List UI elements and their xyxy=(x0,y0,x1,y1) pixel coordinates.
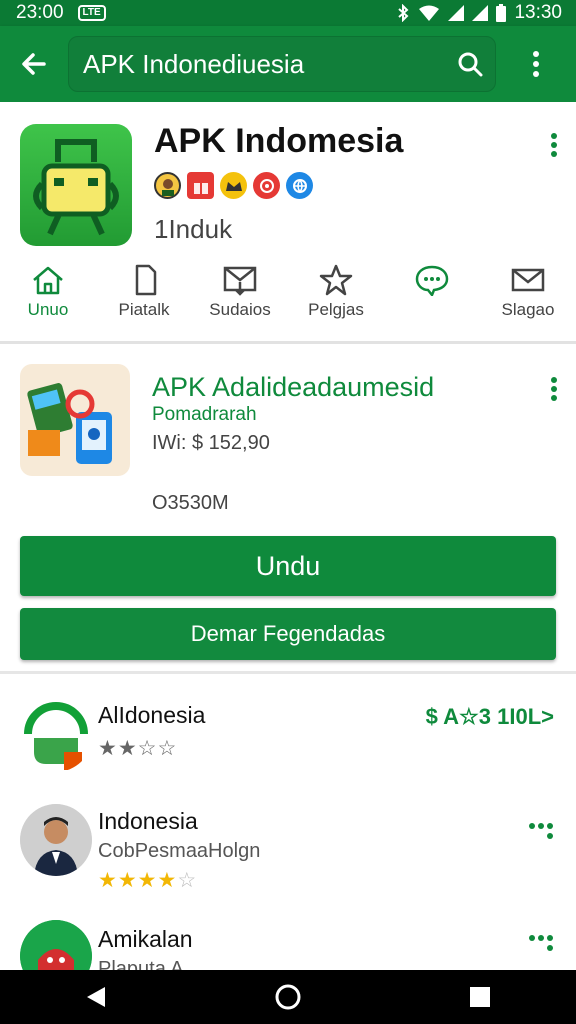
overflow-menu-button[interactable] xyxy=(496,50,576,78)
more-dots-icon xyxy=(529,935,553,951)
status-time: 23:00 xyxy=(16,2,64,23)
navigation-bar xyxy=(0,970,576,1024)
tab-label: Pelgjas xyxy=(308,300,364,319)
tab-label: Unuo xyxy=(27,300,69,319)
featured-app-price: IWi: $ 152,90 xyxy=(152,432,270,454)
tab-label: Slagao xyxy=(501,300,555,319)
list-item-price[interactable]: $ A☆3 1I0L> xyxy=(426,704,554,730)
tab-favorites[interactable]: Pelgjas xyxy=(288,264,384,338)
square-recents-icon xyxy=(470,987,490,1007)
battery-icon xyxy=(496,4,507,22)
app-more-button[interactable] xyxy=(550,132,558,163)
target-badge-icon xyxy=(253,172,280,199)
app-bar xyxy=(0,26,576,102)
list-item[interactable]: AlIdonesia ★★☆☆ $ A☆3 1I0L> xyxy=(0,676,576,786)
list-item-subtitle: Plaputa A xyxy=(98,958,184,970)
person-avatar-icon xyxy=(20,804,92,876)
search-button[interactable] xyxy=(445,51,495,77)
circle-home-icon xyxy=(275,984,301,1010)
secondary-action-button[interactable]: Demar Fegendadas xyxy=(20,608,556,660)
rating-stars: ★★★★☆ xyxy=(98,869,198,892)
featured-app-card: APK Adalideadaumesid Pomadrarah IWi: $ 1… xyxy=(0,344,576,674)
search-icon xyxy=(458,52,483,77)
wifi-icon xyxy=(419,5,440,21)
list-item[interactable]: Indonesia CobPesmaaHolgn ★★★★☆ xyxy=(0,786,576,896)
tab-row: Unuo Piatalk Sudaios Pelgjas Slagao xyxy=(0,264,576,338)
more-vert-icon xyxy=(551,133,557,157)
featured-app-size: O3530M xyxy=(152,492,229,514)
featured-app-icon xyxy=(27,383,112,464)
chat-icon xyxy=(415,265,449,296)
rating-stars: ★★☆☆ xyxy=(98,737,178,760)
tab-phone[interactable]: Piatalk xyxy=(96,264,192,338)
avatar xyxy=(154,172,181,199)
status-clock: 13:30 xyxy=(514,2,562,23)
list-item-title: Indonesia xyxy=(98,808,198,834)
gift-badge-icon xyxy=(187,172,214,199)
phone-icon xyxy=(135,264,157,296)
character-app-icon xyxy=(20,920,92,970)
list-item-menu-button[interactable] xyxy=(528,934,554,959)
list-item[interactable]: Amikalan Plaputa A xyxy=(0,898,576,970)
list-item-menu-button[interactable] xyxy=(528,822,554,847)
featured-more-button[interactable] xyxy=(550,376,558,407)
featured-app-title[interactable]: APK Adalideadaumesid xyxy=(152,372,434,403)
tab-messages[interactable]: Slagao xyxy=(480,264,576,338)
envelope-icon xyxy=(511,268,545,292)
more-vert-icon xyxy=(551,377,557,401)
crown-badge-icon xyxy=(220,172,247,199)
app-title: APK Indomesia xyxy=(154,122,404,160)
featured-app-image[interactable] xyxy=(20,364,130,476)
list-item-icon xyxy=(20,700,92,772)
status-bar: 23:00 LTE 13:30 xyxy=(0,0,576,26)
tab-label: Sudaios xyxy=(209,300,271,319)
nav-recents-button[interactable] xyxy=(440,970,520,1024)
bluetooth-icon xyxy=(398,4,409,22)
more-dots-icon xyxy=(529,823,553,839)
tab-downloads[interactable]: Sudaios xyxy=(192,264,288,338)
signal-icon xyxy=(448,5,465,21)
search-bar xyxy=(68,36,496,92)
globe-badge-icon xyxy=(286,172,313,199)
list-item-title: AlIdonesia xyxy=(98,702,206,728)
back-arrow-icon xyxy=(22,53,46,75)
mail-download-icon xyxy=(223,266,257,296)
tab-home[interactable]: Unuo xyxy=(0,264,96,338)
more-vert-icon xyxy=(533,51,539,77)
tab-label: Piatalk xyxy=(118,300,170,319)
tab-chat[interactable] xyxy=(384,264,480,338)
star-icon xyxy=(319,264,353,296)
list-item-title: Amikalan xyxy=(98,926,193,952)
home-icon xyxy=(33,266,63,295)
nav-home-button[interactable] xyxy=(248,970,328,1024)
app-header: APK Indomesia 1Induk Unuo Piatalk Sudaio… xyxy=(0,102,576,344)
avatar xyxy=(20,804,92,876)
network-badge: LTE xyxy=(77,5,106,21)
nav-back-button[interactable] xyxy=(56,970,136,1024)
app-icon[interactable] xyxy=(20,124,132,246)
list-item-subtitle: CobPesmaaHolgn xyxy=(98,840,261,862)
app-list: AlIdonesia ★★☆☆ $ A☆3 1I0L> Indonesia Co… xyxy=(0,676,576,970)
download-button[interactable]: Undu xyxy=(20,536,556,596)
list-item-icon xyxy=(20,920,92,970)
install-label: 1Induk xyxy=(154,214,233,244)
back-button[interactable] xyxy=(0,26,68,102)
signal-2-icon xyxy=(472,5,489,21)
app-logo-icon xyxy=(33,139,119,236)
badge-row xyxy=(154,172,313,199)
featured-app-developer[interactable]: Pomadrarah xyxy=(152,404,257,426)
android-app-icon xyxy=(24,702,88,770)
search-input[interactable] xyxy=(83,48,445,80)
triangle-back-icon xyxy=(87,987,105,1007)
